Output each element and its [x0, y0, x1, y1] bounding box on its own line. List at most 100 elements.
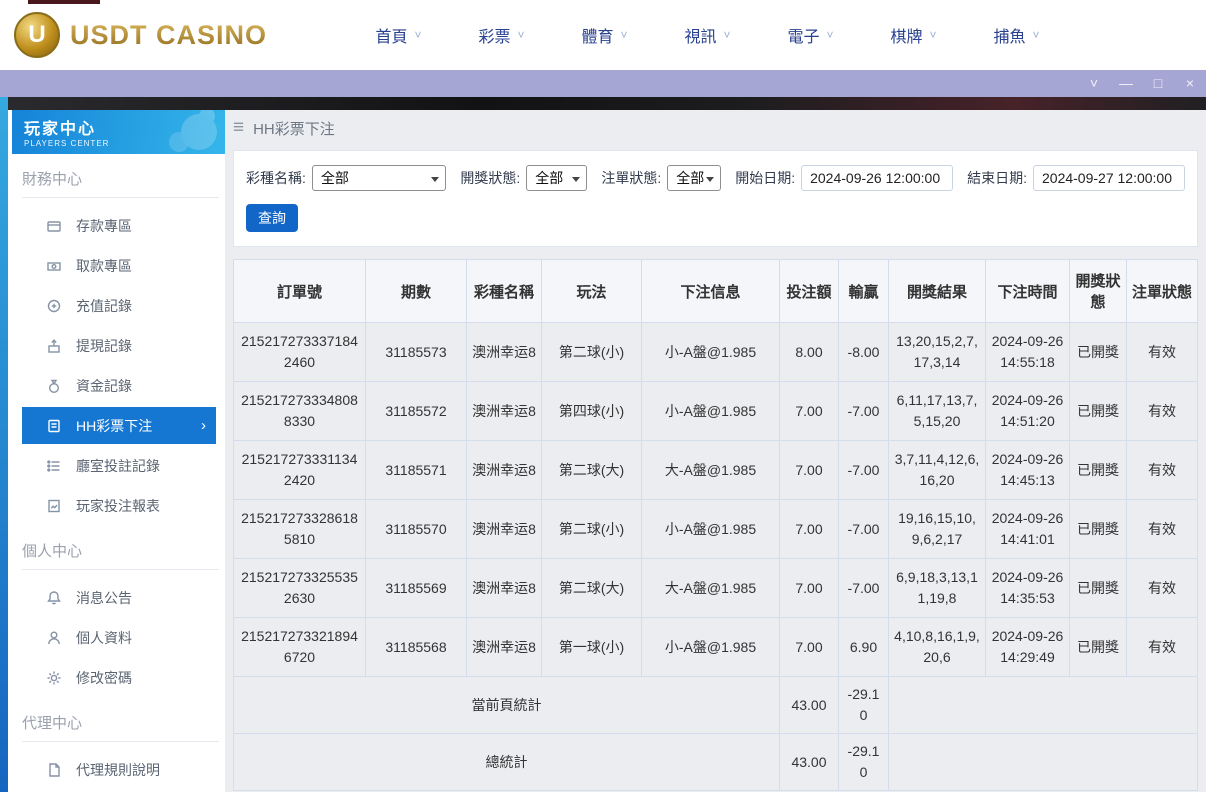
left-accent-strip — [0, 97, 8, 792]
bell-icon — [46, 590, 62, 606]
cell-draw-result: 6,11,17,13,7,5,15,20 — [888, 381, 986, 441]
cell-bet-info: 小-A盤@1.985 — [641, 322, 780, 382]
selected-value: 全部 — [676, 170, 705, 186]
cell-period: 31185570 — [365, 499, 467, 559]
sidebar-item-label: 資金記錄 — [76, 378, 132, 394]
minimize-icon[interactable]: — — [1110, 70, 1142, 97]
hamburger-icon[interactable]: ≡ — [233, 117, 244, 139]
chevron-down-icon: ˅ — [826, 28, 834, 42]
bets-table: 訂單號 期數 彩種名稱 玩法 下注信息 投注額 輸贏 開獎結果 下注時間 開獎狀… — [233, 259, 1198, 791]
col-bet-amount: 投注額 — [779, 259, 839, 323]
players-center-title: 玩家中心 — [24, 121, 97, 138]
cell-lottery-name: 澳洲幸运8 — [466, 322, 542, 382]
cell-draw-result: 3,7,11,4,12,6,16,20 — [888, 440, 986, 500]
cell-order-status: 有效 — [1126, 499, 1198, 559]
collapse-icon[interactable]: ˅ — [1078, 70, 1110, 97]
cell-bet-time: 2024-09-26 14:45:13 — [985, 440, 1070, 500]
close-icon[interactable]: × — [1174, 70, 1206, 97]
total-summary-label: 總統計 — [233, 733, 780, 791]
deposit-icon — [46, 218, 62, 234]
total-summary-row: 總統計 43.00 -29.10 — [233, 733, 1198, 791]
filter-row: 彩種名稱: 全部 開獎狀態: 全部 注單狀態: 全部 開始日期: 結束日期: — [246, 165, 1185, 191]
sidebar-item-profile[interactable]: 個人資料 — [8, 618, 225, 658]
table-row: 2152172733218946720 31185568 澳洲幸运8 第一球(小… — [233, 617, 1198, 677]
sidebar-item-recharge-record[interactable]: 充值記錄 — [8, 286, 225, 326]
cell-bet-info: 小-A盤@1.985 — [641, 617, 780, 677]
players-center-subtitle: PLAYERS CENTER — [24, 139, 110, 148]
cell-bet-info: 小-A盤@1.985 — [641, 381, 780, 441]
cell-period: 31185573 — [365, 322, 467, 382]
report-icon — [46, 498, 62, 514]
col-bet-time: 下注時間 — [985, 259, 1070, 323]
cell-bet-time: 2024-09-26 14:55:18 — [985, 322, 1070, 382]
nav-item-fishing[interactable]: 捕魚 ˅ — [965, 23, 1068, 47]
nav-item-sports[interactable]: 體育 ˅ — [553, 23, 656, 47]
top-edge-artifact — [28, 0, 100, 4]
lottery-type-select[interactable]: 全部 — [311, 165, 447, 191]
end-date-label: 結束日期: — [967, 170, 1027, 186]
maximize-icon[interactable]: □ — [1142, 70, 1174, 97]
cell-lottery-name: 澳洲幸运8 — [466, 499, 542, 559]
sidebar-item-cashout-record[interactable]: 提現記錄 — [8, 326, 225, 366]
sidebar-item-player-bet-report[interactable]: 玩家投注報表 — [8, 486, 225, 526]
workspace: 玩家中心 PLAYERS CENTER 財務中心 存款專區 取款專區 充值記錄 … — [0, 97, 1206, 792]
col-bet-info: 下注信息 — [641, 259, 780, 323]
cell-bet-amount: 8.00 — [779, 322, 839, 382]
cell-play-type: 第一球(小) — [541, 617, 642, 677]
search-button[interactable]: 查詢 — [246, 204, 298, 232]
sidebar-item-label: 提現記錄 — [76, 338, 132, 354]
table-row: 2152172733371842460 31185573 澳洲幸运8 第二球(小… — [233, 322, 1198, 382]
nav-item-slots[interactable]: 電子 ˅ — [759, 23, 862, 47]
total-summary-winloss: -29.10 — [838, 733, 889, 791]
nav-item-cards[interactable]: 棋牌 ˅ — [862, 23, 965, 47]
page-header: ≡ HH彩票下注 — [233, 114, 1198, 142]
col-draw-result: 開獎結果 — [888, 259, 986, 323]
nav-item-video[interactable]: 視訊 ˅ — [656, 23, 759, 47]
cell-bet-info: 大-A盤@1.985 — [641, 558, 780, 618]
brand-logo[interactable]: U USDT CASINO — [14, 12, 267, 58]
sidebar-item-funds-record[interactable]: 資金記錄 — [8, 366, 225, 406]
logo-badge-icon: U — [14, 12, 60, 58]
col-order-status: 注單狀態 — [1126, 259, 1198, 323]
cell-draw-status: 已開獎 — [1069, 440, 1127, 500]
room-record-icon — [46, 458, 62, 474]
cell-bet-amount: 7.00 — [779, 558, 839, 618]
sidebar-item-change-password[interactable]: 修改密碼 — [8, 658, 225, 698]
start-date-input[interactable] — [801, 165, 954, 191]
end-date-input[interactable] — [1033, 165, 1185, 191]
sidebar-item-room-bet-record[interactable]: 廳室投註記錄 — [8, 446, 225, 486]
cell-period: 31185571 — [365, 440, 467, 500]
chevron-down-icon: ˅ — [517, 28, 525, 42]
cell-bet-time: 2024-09-26 14:51:20 — [985, 381, 1070, 441]
document-icon — [46, 762, 62, 778]
cell-order-number: 2152172733255352630 — [233, 558, 366, 618]
cell-order-number: 2152172733311342420 — [233, 440, 366, 500]
sidebar-item-announcements[interactable]: 消息公告 — [8, 578, 225, 618]
bets-table-panel: 訂單號 期數 彩種名稱 玩法 下注信息 投注額 輸贏 開獎結果 下注時間 開獎狀… — [233, 259, 1198, 791]
cell-win-loss: -7.00 — [838, 381, 889, 441]
finance-menu: 存款專區 取款專區 充值記錄 提現記錄 資金記錄 HH彩票下注 › 廳室投註記錄… — [8, 206, 225, 526]
page-summary-winloss: -29.10 — [838, 676, 889, 734]
cell-bet-time: 2024-09-26 14:35:53 — [985, 558, 1070, 618]
nav-item-lottery[interactable]: 彩票 ˅ — [450, 23, 553, 47]
cell-order-number: 2152172733371842460 — [233, 322, 366, 382]
sidebar-item-hh-lottery-bets[interactable]: HH彩票下注 › — [22, 407, 216, 444]
sidebar-item-label: 廳室投註記錄 — [76, 458, 160, 474]
total-summary-empty — [888, 733, 1198, 791]
background-band — [0, 97, 1206, 110]
sidebar-item-withdraw[interactable]: 取款專區 — [8, 246, 225, 286]
sidebar-item-label: 消息公告 — [76, 590, 132, 606]
table-row: 2152172733348088330 31185572 澳洲幸运8 第四球(小… — [233, 381, 1198, 441]
sidebar-item-agent-rules[interactable]: 代理規則說明 — [8, 750, 225, 790]
order-status-select[interactable]: 全部 — [667, 165, 722, 191]
sidebar-item-label: 充值記錄 — [76, 298, 132, 314]
page-title: HH彩票下注 — [253, 120, 335, 138]
nav-item-home[interactable]: 首頁 ˅ — [347, 23, 450, 47]
draw-status-select[interactable]: 全部 — [526, 165, 588, 191]
chevron-right-icon: › — [201, 417, 206, 434]
sidebar-item-deposit[interactable]: 存款專區 — [8, 206, 225, 246]
cell-period: 31185569 — [365, 558, 467, 618]
select-caret-icon — [706, 177, 715, 182]
chevron-down-icon: ˅ — [620, 28, 628, 42]
draw-status-label: 開獎狀態: — [460, 170, 521, 186]
